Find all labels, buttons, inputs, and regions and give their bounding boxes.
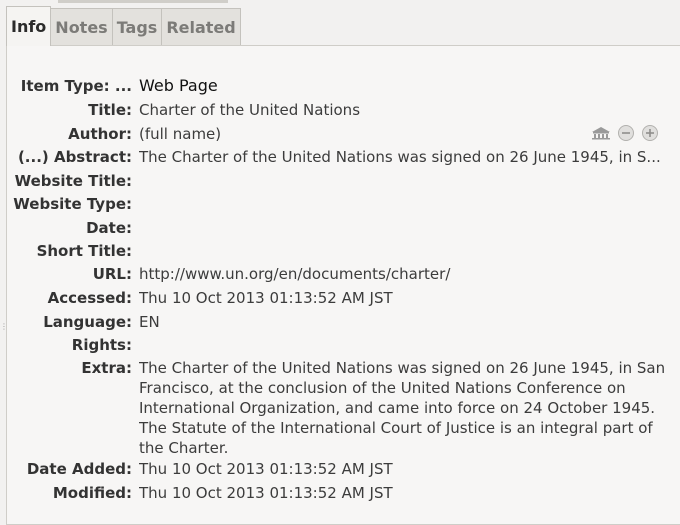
author-label[interactable]: Author: — [68, 124, 132, 144]
top-strip — [58, 0, 228, 3]
website-type-label: Website Type: — [13, 195, 132, 213]
language-value[interactable]: EN — [139, 312, 669, 332]
institution-icon[interactable] — [591, 126, 611, 140]
plus-circle-icon[interactable] — [641, 124, 659, 142]
extra-value[interactable]: The Charter of the United Nations was si… — [139, 358, 674, 458]
title-label: Title: — [88, 101, 132, 119]
date-added-value: Thu 10 Oct 2013 01:13:52 AM JST — [139, 460, 393, 478]
accessed-label: Accessed: — [47, 289, 132, 307]
url-value[interactable]: http://www.un.org/en/documents/charter/ — [139, 264, 669, 284]
tab-notes[interactable]: Notes — [50, 8, 113, 46]
author-actions — [591, 124, 659, 142]
tab-info[interactable]: Info — [6, 6, 52, 46]
abstract-label[interactable]: (...) Abstract: — [18, 147, 132, 167]
date-label: Date: — [86, 219, 132, 237]
modified-label: Modified: — [52, 484, 132, 502]
website-title-label: Website Title: — [14, 172, 132, 190]
short-title-label: Short Title: — [36, 242, 132, 260]
minus-circle-icon[interactable] — [617, 124, 635, 142]
date-added-label: Date Added: — [26, 460, 132, 478]
splitter-grip[interactable]: ⋮ — [0, 322, 8, 332]
accessed-value[interactable]: Thu 10 Oct 2013 01:13:52 AM JST — [139, 288, 669, 308]
item-type-value[interactable]: Web Page — [139, 76, 669, 96]
language-label: Language: — [43, 313, 132, 331]
tab-bar: Info Notes Tags Related — [6, 6, 241, 46]
extra-label: Extra: — [81, 359, 132, 377]
author-value[interactable]: (full name) — [139, 124, 669, 144]
url-label[interactable]: URL: — [93, 264, 132, 284]
item-type-label[interactable]: Item Type: ... — [21, 76, 132, 96]
tab-related[interactable]: Related — [161, 8, 241, 46]
abstract-value[interactable]: The Charter of the United Nations was si… — [139, 147, 669, 167]
modified-value: Thu 10 Oct 2013 01:13:52 AM JST — [139, 484, 393, 502]
rights-label: Rights: — [71, 336, 132, 354]
tab-tags[interactable]: Tags — [111, 8, 163, 46]
title-value[interactable]: Charter of the United Nations — [139, 100, 669, 120]
